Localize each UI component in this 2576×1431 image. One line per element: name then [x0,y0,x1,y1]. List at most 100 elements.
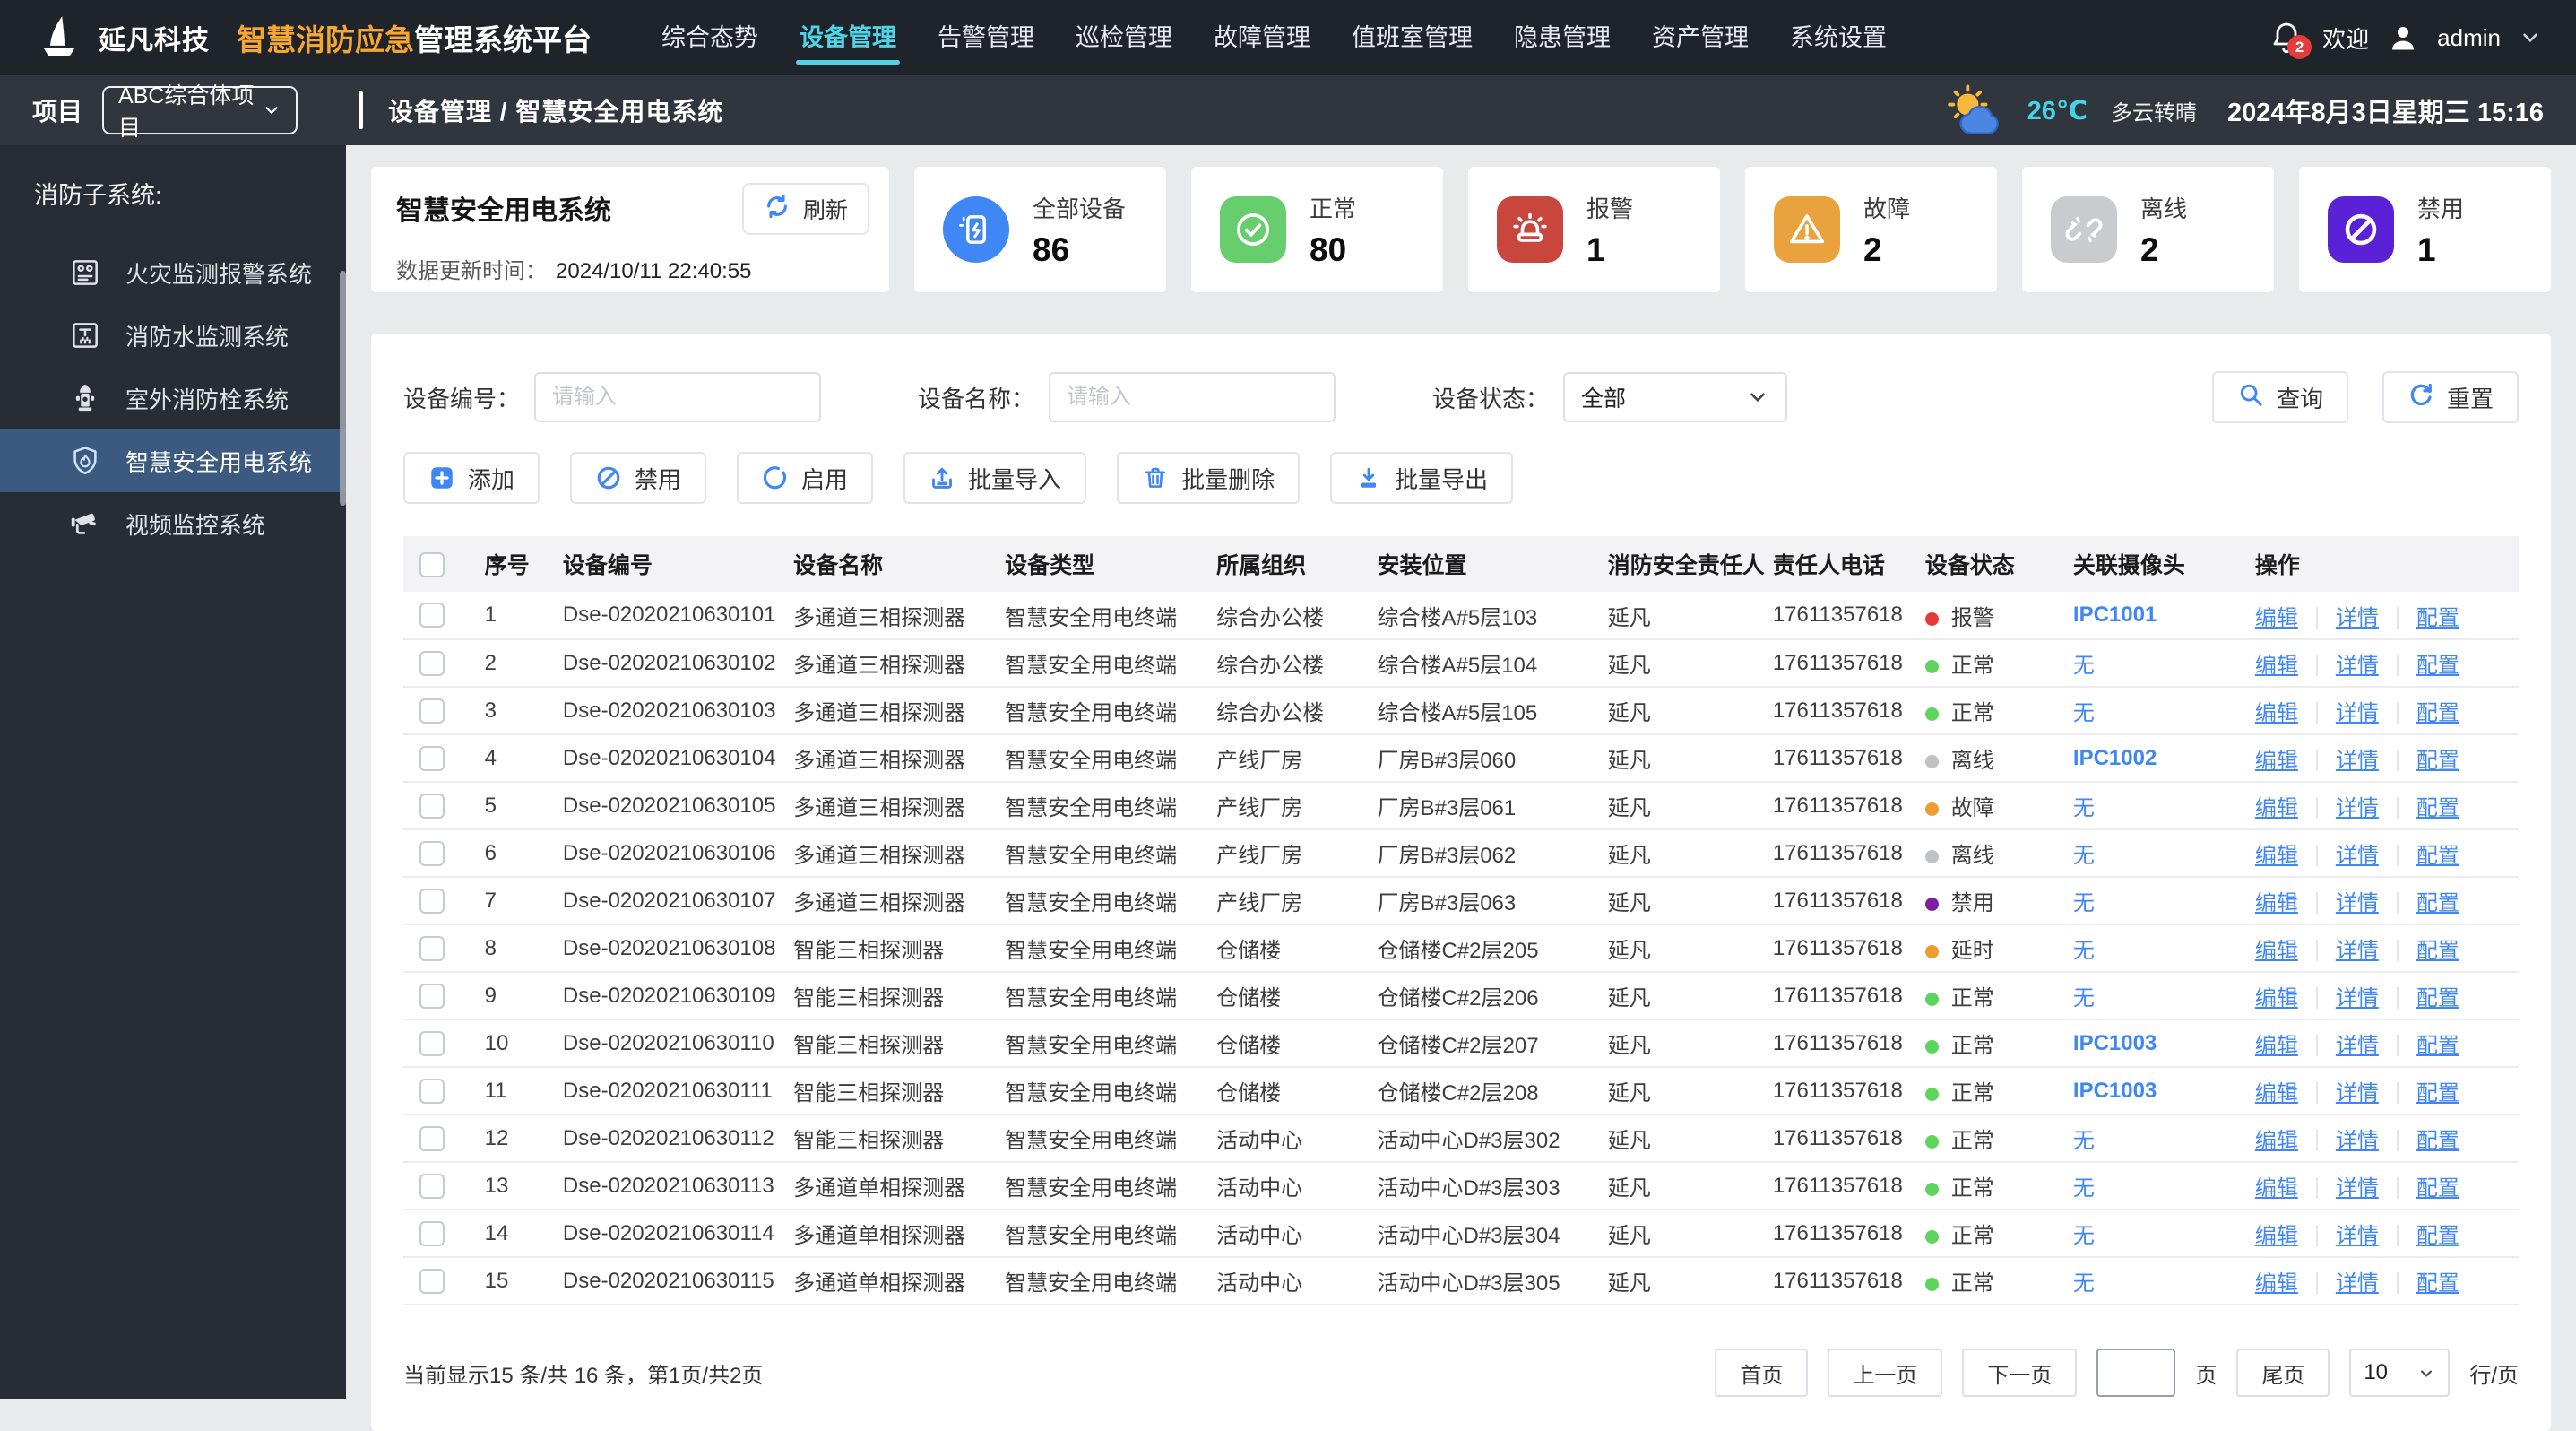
edit-link[interactable]: 编辑 [2255,891,2298,915]
edit-link[interactable]: 编辑 [2255,986,2298,1010]
search-button[interactable]: 查询 [2211,371,2348,423]
action-button-4[interactable]: 批量删除 [1117,452,1301,504]
row-checkbox[interactable] [419,698,445,724]
next-page-button[interactable]: 下一页 [1962,1349,2078,1397]
detail-link[interactable]: 详情 [2336,1271,2379,1296]
device-name-input[interactable] [1049,372,1336,422]
row-checkbox[interactable] [419,793,445,819]
edit-link[interactable]: 编辑 [2255,1176,2298,1201]
detail-link[interactable]: 详情 [2336,606,2379,630]
config-link[interactable]: 配置 [2416,939,2459,963]
sidebar-item-3[interactable]: 智慧安全用电系统 [0,429,346,492]
user-menu-chevron-down-icon[interactable] [2519,26,2542,49]
config-link[interactable]: 配置 [2416,1224,2459,1248]
row-checkbox[interactable] [419,603,445,629]
row-checkbox[interactable] [419,1173,445,1199]
detail-link[interactable]: 详情 [2336,1129,2379,1153]
row-checkbox[interactable] [419,650,445,676]
page-size-select[interactable]: 10 [2349,1349,2451,1397]
config-link[interactable]: 配置 [2416,1129,2459,1153]
nav-item-6[interactable]: 隐患管理 [1514,0,1611,75]
config-link[interactable]: 配置 [2416,654,2459,678]
config-link[interactable]: 配置 [2416,1034,2459,1058]
notification-bell-icon[interactable]: 2 [2269,20,2312,59]
detail-link[interactable]: 详情 [2336,891,2379,915]
nav-item-5[interactable]: 值班室管理 [1352,0,1473,75]
edit-link[interactable]: 编辑 [2255,749,2298,773]
edit-link[interactable]: 编辑 [2255,654,2298,678]
action-button-1[interactable]: 禁用 [570,452,707,504]
row-checkbox[interactable] [419,1078,445,1104]
edit-link[interactable]: 编辑 [2255,796,2298,820]
row-checkbox[interactable] [419,888,445,914]
nav-item-8[interactable]: 系统设置 [1790,0,1887,75]
edit-link[interactable]: 编辑 [2255,606,2298,630]
sidebar-item-2[interactable]: 室外消防栓系统 [0,367,346,429]
nav-item-2[interactable]: 告警管理 [938,0,1034,75]
action-button-3[interactable]: 批量导入 [903,452,1087,504]
edit-link[interactable]: 编辑 [2255,1081,2298,1106]
nav-item-7[interactable]: 资产管理 [1652,0,1749,75]
camera-link[interactable]: IPC1001 [2073,603,2157,627]
edit-link[interactable]: 编辑 [2255,1224,2298,1248]
detail-link[interactable]: 详情 [2336,986,2379,1010]
config-link[interactable]: 配置 [2416,891,2459,915]
detail-link[interactable]: 详情 [2336,654,2379,678]
device-status-select[interactable]: 全部 [1563,372,1788,422]
row-checkbox[interactable] [419,983,445,1009]
sidebar-scrollbar[interactable] [340,271,346,506]
action-button-5[interactable]: 批量导出 [1330,452,1514,504]
nav-item-0[interactable]: 综合态势 [661,0,758,75]
detail-link[interactable]: 详情 [2336,939,2379,963]
detail-link[interactable]: 详情 [2336,844,2379,868]
row-checkbox[interactable] [419,1030,445,1056]
edit-link[interactable]: 编辑 [2255,1129,2298,1153]
edit-link[interactable]: 编辑 [2255,939,2298,963]
edit-link[interactable]: 编辑 [2255,1271,2298,1296]
edit-link[interactable]: 编辑 [2255,701,2298,725]
row-checkbox[interactable] [419,1125,445,1151]
row-checkbox[interactable] [419,745,445,771]
config-link[interactable]: 配置 [2416,796,2459,820]
edit-link[interactable]: 编辑 [2255,844,2298,868]
nav-item-1[interactable]: 设备管理 [796,0,900,75]
detail-link[interactable]: 详情 [2336,1034,2379,1058]
detail-link[interactable]: 详情 [2336,796,2379,820]
row-checkbox[interactable] [419,935,445,961]
row-checkbox[interactable] [419,840,445,866]
first-page-button[interactable]: 首页 [1715,1349,1809,1397]
config-link[interactable]: 配置 [2416,1271,2459,1296]
project-select[interactable]: ABC综合体项目 [102,83,298,141]
refresh-button[interactable]: 刷新 [741,183,869,235]
camera-link[interactable]: IPC1002 [2073,746,2157,770]
page-number-input[interactable] [2096,1349,2176,1397]
sidebar-item-0[interactable]: 火灾监测报警系统 [0,241,346,304]
nav-item-3[interactable]: 巡检管理 [1076,0,1172,75]
config-link[interactable]: 配置 [2416,986,2459,1010]
select-all-checkbox[interactable] [419,551,445,577]
nav-item-4[interactable]: 故障管理 [1214,0,1310,75]
config-link[interactable]: 配置 [2416,606,2459,630]
last-page-button[interactable]: 尾页 [2236,1349,2330,1397]
device-no-input[interactable] [534,372,822,422]
camera-link[interactable]: IPC1003 [2073,1079,2157,1103]
detail-link[interactable]: 详情 [2336,749,2379,773]
edit-link[interactable]: 编辑 [2255,1034,2298,1058]
config-link[interactable]: 配置 [2416,749,2459,773]
reset-button[interactable]: 重置 [2382,371,2519,423]
user-avatar-icon[interactable] [2387,22,2419,54]
sidebar-item-4[interactable]: 视频监控系统 [0,492,346,555]
config-link[interactable]: 配置 [2416,701,2459,725]
detail-link[interactable]: 详情 [2336,1176,2379,1201]
sidebar-item-1[interactable]: 消防水监测系统 [0,304,346,367]
action-button-2[interactable]: 启用 [737,452,874,504]
prev-page-button[interactable]: 上一页 [1828,1349,1943,1397]
config-link[interactable]: 配置 [2416,844,2459,868]
detail-link[interactable]: 详情 [2336,1081,2379,1106]
row-checkbox[interactable] [419,1220,445,1246]
detail-link[interactable]: 详情 [2336,701,2379,725]
detail-link[interactable]: 详情 [2336,1224,2379,1248]
row-checkbox[interactable] [419,1268,445,1294]
config-link[interactable]: 配置 [2416,1081,2459,1106]
config-link[interactable]: 配置 [2416,1176,2459,1201]
